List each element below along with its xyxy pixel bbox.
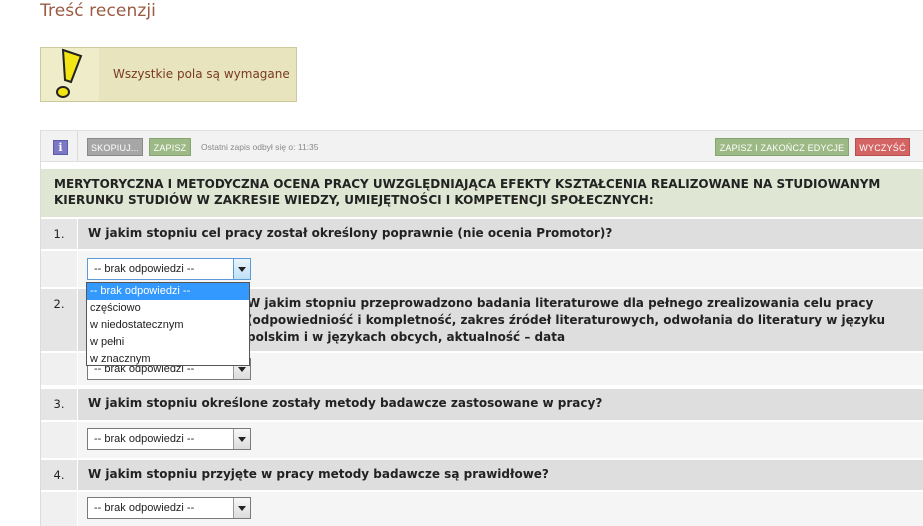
answer-cell: -- brak odpowiedzi --: [78, 422, 923, 458]
select-value: -- brak odpowiedzi --: [94, 502, 195, 514]
chevron-down-icon[interactable]: [233, 498, 250, 518]
answer-number-cell: [41, 353, 77, 385]
required-fields-notice: Wszystkie pola są wymagane: [40, 47, 297, 102]
answer-select-4[interactable]: -- brak odpowiedzi --: [87, 497, 251, 519]
question-number: 4.: [41, 460, 77, 490]
question-text: W jakim stopniu cel pracy został określo…: [78, 219, 923, 249]
question-number: 3.: [41, 389, 77, 420]
answer-number-cell: [41, 251, 77, 287]
chevron-down-icon[interactable]: [233, 429, 250, 449]
info-icon[interactable]: i: [53, 140, 68, 155]
clear-button[interactable]: WYCZYŚĆ: [855, 138, 910, 156]
warning-exclamation-icon: [56, 48, 83, 98]
question-text: W jakim stopniu określone zostały metody…: [78, 389, 923, 420]
dropdown-option[interactable]: w pełni: [87, 334, 249, 351]
page-title: Treść recenzji: [40, 1, 156, 21]
question-number: 1.: [41, 219, 77, 249]
answer-cell: -- brak odpowiedzi --: [78, 492, 923, 526]
question-number: 2.: [41, 289, 77, 351]
warning-icon-cell: [41, 48, 99, 101]
answer-select-1[interactable]: -- brak odpowiedzi --: [87, 258, 251, 280]
section-header: MERYTORYCZNA I METODYCZNA OCENA PRACY UW…: [41, 169, 923, 217]
dropdown-option[interactable]: w znacznym: [87, 351, 249, 368]
section-title: MERYTORYCZNA I METODYCZNA OCENA PRACY UW…: [54, 177, 881, 207]
answer-dropdown-list: -- brak odpowiedzi -- częściowo w niedos…: [86, 282, 250, 366]
save-button[interactable]: ZAPISZ: [149, 138, 191, 156]
dropdown-option[interactable]: częściowo: [87, 300, 249, 317]
answer-select-3[interactable]: -- brak odpowiedzi --: [87, 428, 251, 450]
select-value: -- brak odpowiedzi --: [94, 263, 195, 275]
last-save-status: Ostatni zapis odbył się o: 11:35: [201, 142, 319, 152]
form-toolbar: i SKOPIUJ... ZAPISZ Ostatni zapis odbył …: [41, 130, 923, 162]
question-text: W jakim stopniu przyjęte w pracy metody …: [78, 460, 923, 490]
notice-text: Wszystkie pola są wymagane: [113, 67, 290, 81]
answer-number-cell: [41, 422, 77, 458]
toolbar-separator: [77, 131, 78, 161]
save-and-finish-button[interactable]: ZAPISZ I ZAKOŃCZ EDYCJE: [715, 138, 849, 156]
select-value: -- brak odpowiedzi --: [94, 433, 195, 445]
dropdown-option[interactable]: -- brak odpowiedzi --: [87, 283, 249, 300]
answer-number-cell: [41, 492, 77, 526]
chevron-down-icon[interactable]: [233, 259, 250, 279]
dropdown-option[interactable]: w niedostatecznym: [87, 317, 249, 334]
copy-button[interactable]: SKOPIUJ...: [87, 138, 143, 156]
